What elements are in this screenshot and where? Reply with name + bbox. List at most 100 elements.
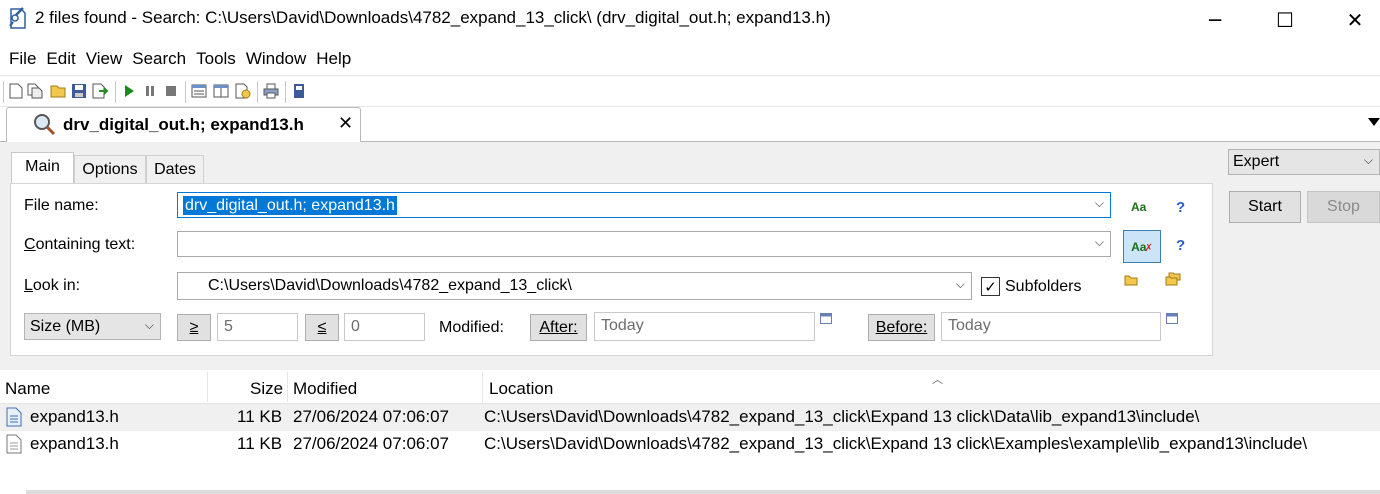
toolbar-separator: [115, 81, 116, 103]
maximize-button[interactable]: ☐: [1262, 0, 1308, 40]
containing-text-input[interactable]: ⌵: [177, 231, 1111, 257]
before-date-input[interactable]: Today: [941, 312, 1161, 341]
help-icon[interactable]: ?: [1176, 199, 1185, 216]
stop-icon[interactable]: [162, 82, 180, 100]
open-file-icon[interactable]: [49, 82, 67, 100]
start-button[interactable]: Start: [1229, 191, 1301, 223]
app-icon: [7, 6, 29, 32]
chevron-down-icon[interactable]: ⌵: [1095, 235, 1104, 250]
chevron-down-icon[interactable]: ⌵: [956, 277, 965, 292]
stop-button[interactable]: Stop: [1307, 191, 1380, 223]
size-unit-select[interactable]: Size (MB) ⌵: [24, 313, 161, 340]
toolbar: [0, 75, 1380, 107]
toolbar-grip: [3, 81, 4, 103]
column-divider[interactable]: [482, 372, 483, 402]
calendar-icon[interactable]: [1166, 311, 1178, 329]
file-name-cell: expand13.h: [30, 407, 119, 426]
table-row[interactable]: expand13.h 11 KB 27/06/2024 07:06:07 C:\…: [0, 431, 1380, 458]
gte-label: ≥: [189, 319, 199, 336]
modified-label: Modified:: [439, 319, 504, 336]
horizontal-scrollbar[interactable]: [26, 490, 1380, 494]
tab-close-icon[interactable]: ✕: [338, 113, 353, 134]
menu-view[interactable]: View: [81, 44, 128, 74]
window-title: 2 files found - Search: C:\Users\David\D…: [35, 8, 831, 27]
calendar-icon[interactable]: [820, 311, 832, 329]
menu-help[interactable]: Help: [311, 44, 356, 74]
look-in-label: Look in:: [24, 277, 81, 294]
lte-label: ≤: [317, 319, 327, 336]
after-label: After:: [539, 319, 578, 336]
folder-icon[interactable]: [1124, 273, 1138, 291]
size-unit-value: Size (MB): [30, 318, 101, 335]
minimize-button[interactable]: ─: [1192, 0, 1238, 40]
tab-list-chevron-icon[interactable]: [1368, 118, 1380, 126]
size-greater-equal-button[interactable]: ≥: [177, 314, 211, 341]
window-layout-icon[interactable]: [190, 82, 208, 100]
close-window-button[interactable]: ✕: [1332, 0, 1378, 40]
file-size-cell: 11 KB: [237, 407, 283, 426]
look-in-input[interactable]: C:\Users\David\Downloads\4782_expand_13_…: [177, 272, 972, 300]
chevron-down-icon[interactable]: ⌵: [1364, 153, 1373, 168]
pause-icon[interactable]: [141, 82, 159, 100]
after-date-input[interactable]: Today: [594, 312, 815, 341]
file-modified-cell: 27/06/2024 07:06:07: [293, 434, 449, 453]
menu-file[interactable]: File: [0, 44, 41, 74]
folders-icon[interactable]: [1165, 272, 1181, 291]
tab-options[interactable]: Options: [74, 155, 146, 184]
file-name-cell: expand13.h: [30, 434, 119, 453]
mode-select[interactable]: Expert ⌵: [1228, 149, 1380, 175]
help-icon[interactable]: ?: [1176, 237, 1185, 254]
header-file-icon: [6, 407, 22, 432]
size-max-input[interactable]: 0: [344, 313, 425, 341]
file-name-input[interactable]: drv_digital_out.h; expand13.h ⌵: [177, 192, 1111, 218]
column-size[interactable]: Size: [250, 379, 283, 399]
print-icon[interactable]: [262, 82, 280, 100]
text-options-button[interactable]: Aa ✗: [1123, 230, 1161, 263]
column-name[interactable]: Name: [5, 379, 50, 399]
look-in-value: C:\Users\David\Downloads\4782_expand_13_…: [208, 277, 572, 294]
menu-search[interactable]: Search: [127, 44, 191, 74]
properties-icon[interactable]: [234, 82, 252, 100]
column-divider[interactable]: [287, 372, 288, 402]
magnifier-icon: [32, 112, 56, 141]
file-modified-cell: 27/06/2024 07:06:07: [293, 407, 449, 426]
mode-value: Expert: [1233, 153, 1280, 170]
file-location-cell: C:\Users\David\Downloads\4782_expand_13_…: [484, 407, 1200, 426]
cross-mark-icon: ✗: [1144, 243, 1153, 254]
before-button[interactable]: Before:: [868, 314, 935, 341]
size-min-input[interactable]: 5: [217, 313, 298, 341]
file-size-cell: 11 KB: [237, 434, 283, 453]
menu-bar: File Edit View Search Tools Window Help: [0, 44, 356, 74]
column-modified[interactable]: Modified: [293, 379, 357, 399]
play-icon[interactable]: [120, 82, 138, 100]
tab-label: drv_digital_out.h; expand13.h: [63, 115, 304, 134]
menu-tools[interactable]: Tools: [191, 44, 241, 74]
table-row[interactable]: expand13.h 11 KB 27/06/2024 07:06:07 C:\…: [0, 404, 1380, 431]
save-icon[interactable]: [70, 82, 88, 100]
match-case-icon[interactable]: Aa: [1131, 200, 1146, 214]
containing-text-label-rest: ontaining text:: [35, 236, 136, 253]
size-less-equal-button[interactable]: ≤: [305, 314, 339, 341]
file-location-cell: C:\Users\David\Downloads\4782_expand_13_…: [484, 434, 1308, 453]
containing-text-label: Containing text:: [24, 236, 136, 253]
tab-main[interactable]: Main: [11, 152, 74, 184]
after-button[interactable]: After:: [530, 314, 587, 341]
window-tile-icon[interactable]: [212, 82, 230, 100]
file-name-value: drv_digital_out.h; expand13.h: [183, 196, 397, 215]
text-file-icon: [6, 434, 22, 459]
export-icon[interactable]: [91, 82, 109, 100]
toolbar-separator: [285, 81, 286, 103]
column-location[interactable]: Location: [489, 379, 553, 399]
subfolders-checkbox[interactable]: ✓: [981, 277, 1000, 296]
tab-dates[interactable]: Dates: [146, 155, 204, 184]
column-divider[interactable]: [207, 372, 208, 402]
book-icon[interactable]: [290, 82, 308, 100]
new-file-icon[interactable]: [7, 82, 25, 100]
chevron-down-icon[interactable]: ⌵: [145, 318, 154, 333]
menu-window[interactable]: Window: [241, 44, 311, 74]
file-name-label: File name:: [24, 197, 99, 214]
menu-edit[interactable]: Edit: [41, 44, 80, 74]
copy-file-icon[interactable]: [26, 82, 44, 100]
chevron-down-icon[interactable]: ⌵: [1095, 196, 1104, 211]
toolbar-separator: [185, 81, 186, 103]
